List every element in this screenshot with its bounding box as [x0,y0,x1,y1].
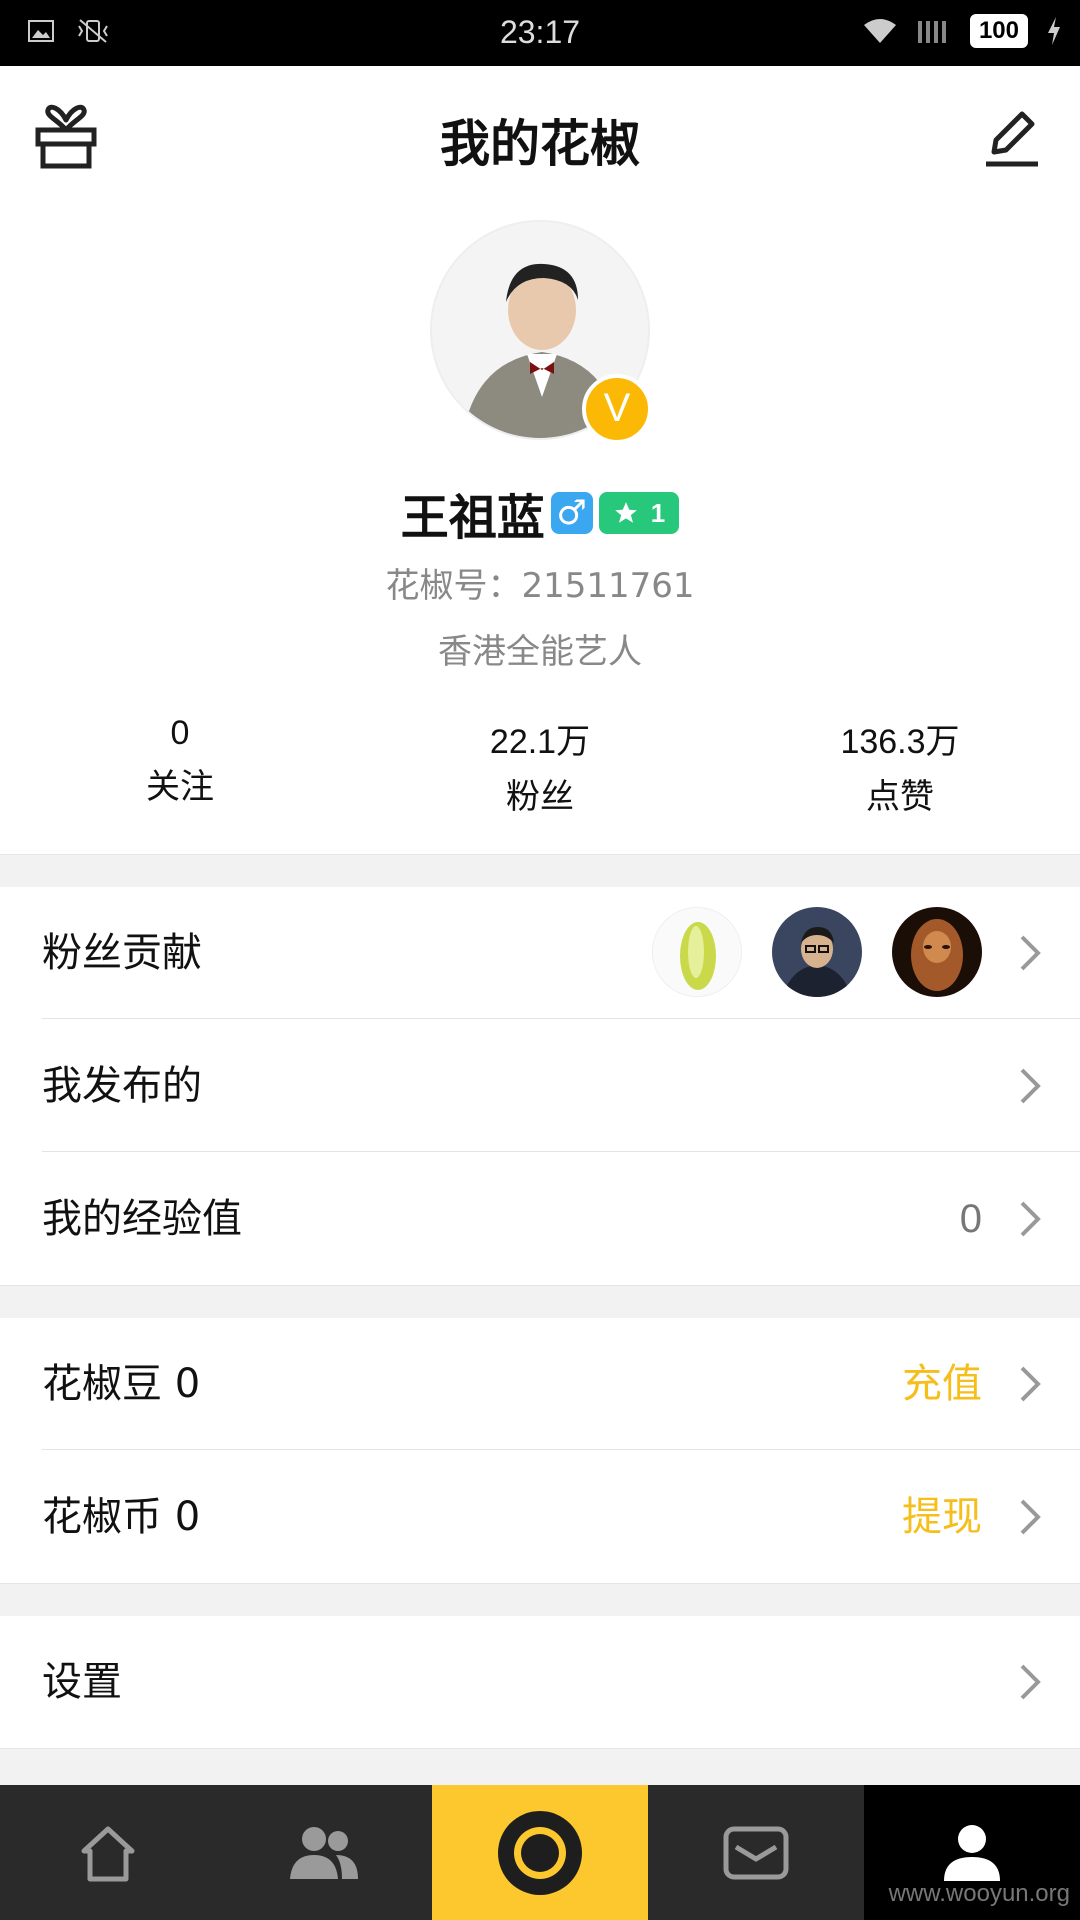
profile-name: 王祖蓝 [400,490,545,546]
my-exp-row[interactable]: 我的经验值 0 [0,1153,1080,1285]
status-bar: 23:17 100 [0,0,1080,66]
fan-contribution-label: 粉丝贡献 [42,930,202,976]
tab-friends[interactable] [216,1785,432,1920]
coins-row[interactable]: 花椒币 0 提现 [0,1451,1080,1583]
verified-badge: V [582,374,652,444]
watermark-text: www.wooyun.org [888,1880,1070,1907]
signal-icon [917,21,946,43]
fan-avatar [772,907,862,997]
top-bar: 我的花椒 [0,66,1080,206]
profile-name-row: 王祖蓝 ♂ 1 [0,478,1080,548]
recharge-button[interactable]: 充值 [902,1318,982,1450]
section-divider [0,1285,1080,1319]
huajiao-id: 花椒号：21511761 [385,566,695,606]
fan-avatar [652,907,742,997]
section-divider [0,1583,1080,1617]
my-exp-value: 0 [959,1197,982,1241]
stat-following-label: 关注 [146,767,214,807]
level-badge: 1 [598,492,680,534]
edit-icon[interactable] [982,108,1042,168]
home-icon [81,1826,135,1881]
settings-row[interactable]: 设置 [0,1616,1080,1748]
fan-contribution-row[interactable]: 粉丝贡献 [0,887,1080,1019]
my-exp-label: 我的经验值 [42,1196,242,1242]
my-posts-label: 我发布的 [42,1063,202,1109]
profile-icon [944,1824,1000,1881]
star-icon [614,502,637,523]
gender-male-icon: ♂ [550,492,593,534]
chevron-right-icon [1020,1201,1041,1237]
withdraw-button[interactable]: 提现 [902,1451,982,1583]
stat-likes-label: 点赞 [866,777,934,817]
stat-fans[interactable]: 22.1万 粉丝 [360,714,720,818]
chevron-right-icon [1020,1664,1041,1700]
stat-following-value: 0 [170,714,190,752]
page-title: 我的花椒 [440,115,640,173]
top-fans-avatars [652,907,982,997]
friends-icon [290,1826,358,1879]
stat-following[interactable]: 0 关注 [0,714,360,818]
level-number: 1 [650,497,666,528]
stat-fans-label: 粉丝 [506,777,574,817]
tab-live[interactable] [432,1785,648,1920]
stats-row: 0 关注 22.1万 粉丝 136.3万 点赞 [0,714,1080,818]
beans-row[interactable]: 花椒豆 0 充值 [0,1318,1080,1450]
beans-label: 花椒豆 0 [42,1361,201,1407]
wifi-icon [863,19,896,43]
profile-bio: 香港全能艺人 [438,632,642,672]
profile-avatar-container[interactable]: V [430,220,652,444]
battery-indicator: 100 [969,14,1028,48]
live-camera-icon [498,1810,582,1895]
tab-home[interactable] [0,1785,216,1920]
chevron-right-icon [1020,1068,1041,1104]
bottom-spacer [0,1748,1080,1786]
stat-likes[interactable]: 136.3万 点赞 [720,714,1080,818]
section-divider [0,854,1080,888]
fan-avatar [892,907,982,997]
messages-icon [723,1826,789,1879]
status-right-icons: 100 [862,14,1062,48]
chevron-right-icon [1020,1366,1041,1402]
chevron-right-icon [1020,1499,1041,1535]
settings-label: 设置 [42,1659,122,1705]
coins-label: 花椒币 0 [42,1494,201,1540]
my-posts-row[interactable]: 我发布的 [0,1020,1080,1152]
chevron-right-icon [1020,935,1041,971]
stat-fans-value: 22.1万 [489,723,591,761]
stat-likes-value: 136.3万 [840,723,960,761]
charging-icon [1048,17,1060,45]
tab-messages[interactable] [648,1785,864,1920]
